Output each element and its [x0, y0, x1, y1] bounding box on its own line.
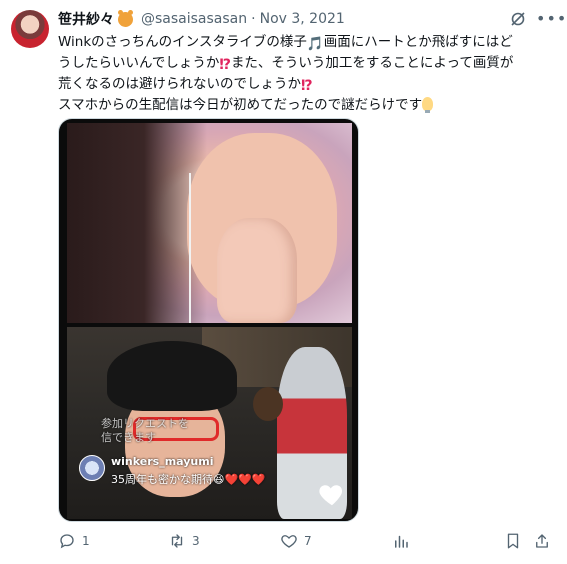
tweet-text: Winkのさっちんのインスタライブの様子🎵画面にハートとか飛ばすにはど うしたら… [58, 32, 558, 116]
display-name[interactable]: 笹井紗々 [58, 9, 114, 29]
hamster-emoji-icon [118, 9, 133, 27]
more-icon[interactable]: ••• [536, 9, 566, 29]
tweet-text-1a: Winkのさっちんのインスタライブの様子 [58, 34, 307, 50]
like-count: 7 [304, 534, 312, 548]
tweet-text-4: スマホからの生配信は今日が初めてだったので謎だらけです [58, 97, 423, 113]
media-image[interactable]: 参加リクエストを 信できます winkers_mayumi 35周年も密かな期待… [58, 118, 359, 522]
heart-outline-icon [281, 535, 297, 548]
retweet-count: 3 [192, 534, 200, 548]
handle[interactable]: @sasaisasasan [141, 11, 247, 27]
separator-dot: · [251, 11, 256, 27]
heart-icon [319, 485, 343, 506]
join-request-overlay: 参加リクエストを 信できます [101, 417, 189, 445]
bookmark-button[interactable] [504, 530, 522, 552]
monkey-shape [253, 387, 283, 421]
action-bar: 1 3 7 [58, 530, 558, 552]
views-button[interactable] [392, 530, 410, 552]
tweet-text-2a: うしたらいいんでしょうか [58, 55, 220, 71]
tweet-line-4: スマホからの生配信は今日が初めてだったので謎だらけです [58, 95, 558, 116]
grok-icon[interactable] [510, 11, 526, 27]
join-overlay-line-1: 参加リクエストを [101, 417, 189, 430]
interrobang-emoji-icon: ⁉ [219, 57, 231, 73]
tweet-line-1: Winkのさっちんのインスタライブの様子🎵画面にハートとか飛ばすにはど [58, 32, 558, 53]
tweet: 笹井紗々 @sasaisasasan · Nov 3, 2021 ••• Win… [0, 0, 567, 564]
lightbulb-emoji-icon [422, 97, 434, 113]
hand-shape [217, 218, 297, 323]
like-button[interactable]: 7 [280, 530, 312, 552]
reply-count: 1 [82, 534, 90, 548]
share-icon [536, 534, 548, 548]
comment-text: 35周年も密かな期待😆❤️❤️❤️ [111, 473, 266, 486]
tweet-line-2: うしたらいいんでしょうか⁉また、そういう加工をすることによって画質が [58, 53, 558, 74]
interrobang-emoji-icon-2: ⁉ [301, 78, 313, 94]
post-date[interactable]: Nov 3, 2021 [260, 11, 345, 27]
live-comment: winkers_mayumi 35周年も密かな期待😆❤️❤️❤️ [79, 455, 266, 487]
analytics-icon [395, 535, 408, 548]
livestream-bottom-frame: 参加リクエストを 信できます winkers_mayumi 35周年も密かな期待… [67, 327, 352, 519]
bookmark-icon [507, 533, 519, 549]
avatar[interactable] [11, 10, 49, 48]
retweet-icon [171, 534, 183, 548]
tweet-text-2b: また、そういう加工をすることによって画質が [230, 55, 514, 71]
tweet-header: 笹井紗々 @sasaisasasan · Nov 3, 2021 [58, 8, 345, 30]
comment-username: winkers_mayumi [111, 455, 214, 468]
hat-shape [107, 341, 237, 411]
music-note-emoji-icon: 🎵 [306, 36, 324, 52]
reply-button[interactable]: 1 [58, 530, 90, 552]
tweet-line-3: 荒くなるのは避けられないのでしょうか⁉ [58, 74, 558, 95]
livestream-top-frame [67, 123, 352, 323]
tweet-text-3a: 荒くなるのは避けられないのでしょうか [58, 76, 301, 92]
reply-icon [60, 534, 74, 549]
share-button[interactable] [533, 530, 551, 552]
earbud-wire [189, 173, 191, 323]
comment-avatar [79, 455, 105, 481]
join-overlay-line-2: 信できます [101, 431, 156, 444]
tweet-text-1b: 画面にハートとか飛ばすにはど [323, 34, 513, 50]
retweet-button[interactable]: 3 [168, 530, 200, 552]
hair-shape [67, 123, 207, 323]
